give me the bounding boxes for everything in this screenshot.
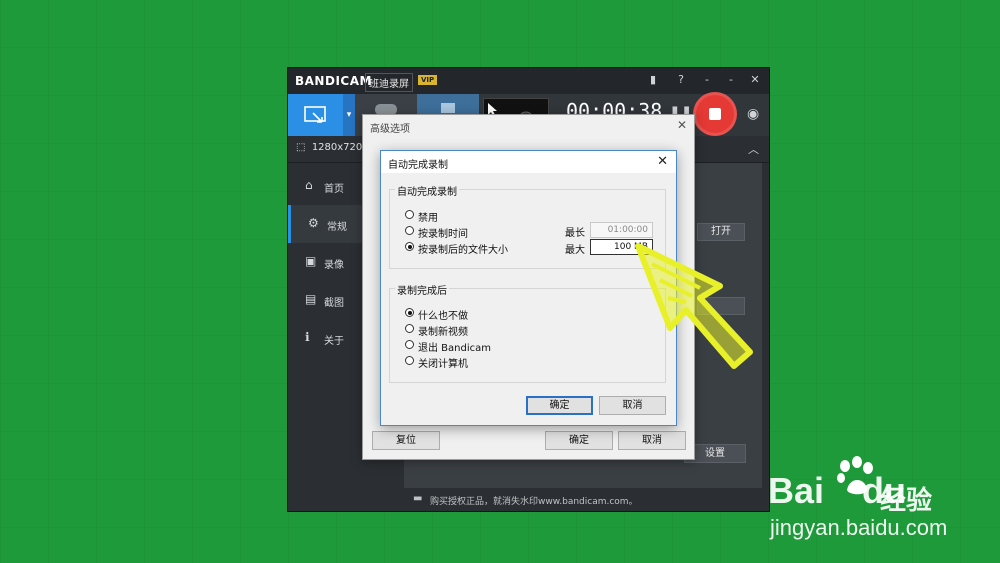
title-bar: BANDICAM 班迪录屏 VIP ▮ ? - - ✕ [288,68,769,94]
screen-rect-icon [304,106,326,123]
home-icon: ⌂ [305,178,313,192]
dialog-title: 自动完成录制 [388,160,448,171]
footer-text[interactable]: 购买授权正品，就消失水印www.bandicam.com。 [430,494,638,507]
sidebar-item-label: 首页 [324,184,344,195]
camera-icon[interactable]: ◉ [747,106,759,122]
chat-icon: ▬ [413,493,423,504]
resolution-label: ⬚ 1280x720 - [296,142,370,153]
screen-mode-button[interactable] [288,94,343,136]
app-name-cn: 班迪录屏 [365,73,413,92]
sidebar-item-label: 常规 [327,222,347,233]
folder-icon[interactable]: ▮ [646,73,660,86]
minimize-icon[interactable]: - [700,73,714,86]
radio-disable[interactable]: 禁用 [405,209,525,224]
window-title: 高级选项 [370,124,410,135]
reset-button[interactable]: 复位 [372,431,440,450]
group-title: 自动完成录制 [395,183,459,198]
gear-icon: ⚙ [308,216,319,230]
radio-by-time[interactable]: 按录制时间 [405,225,525,240]
close-icon[interactable]: ✕ [677,118,687,132]
max-length-field[interactable]: 01:00:00 [590,222,653,238]
watermark-subtitle: 经验 [880,486,933,516]
ok-button[interactable]: 确定 [526,396,593,415]
radio-dot-selected [405,308,414,317]
radio-label: 录制新视频 [418,327,468,338]
group-title: 录制完成后 [395,282,449,297]
ok-button[interactable]: 确定 [545,431,613,450]
radio-dot [405,340,414,349]
stop-record-button[interactable] [693,92,737,136]
radio-dot [405,210,414,219]
radio-label: 按录制后的文件大小 [418,245,508,256]
app-logo: BANDICAM [295,74,372,88]
radio-exit-bandicam[interactable]: 退出 Bandicam [405,339,525,354]
max-size-label: 最大 [565,245,585,256]
radio-do-nothing[interactable]: 什么也不做 [405,307,525,322]
radio-label: 退出 Bandicam [418,343,491,354]
radio-new-video[interactable]: 录制新视频 [405,323,525,338]
video-icon: ▣ [305,254,317,268]
watermark-logo-text: Bai [768,470,825,511]
dialog-title-bar: 自动完成录制 ✕ [381,151,676,173]
radio-label: 按录制时间 [418,229,468,240]
help-icon[interactable]: ? [674,73,688,86]
mode-dropdown-chevron-icon[interactable]: ▾ [343,94,355,136]
sidebar-item-label: 录像 [324,260,344,271]
watermark-url: jingyan.baidu.com [770,515,948,540]
radio-shutdown[interactable]: 关闭计算机 [405,355,525,370]
radio-dot [405,356,414,365]
collapse-chevron-icon[interactable]: ︿ [748,141,759,157]
max-length-label: 最长 [565,228,585,239]
vip-badge: VIP [418,75,438,85]
radio-label: 什么也不做 [418,311,468,322]
cancel-button[interactable]: 取消 [599,396,666,415]
radio-label: 关闭计算机 [418,359,468,370]
cancel-button[interactable]: 取消 [618,431,686,450]
radio-dot [405,324,414,333]
resolution-value: 1280x720 - [311,142,370,153]
radio-dot-selected [405,242,414,251]
image-icon: ▤ [305,292,317,306]
annotation-arrow-icon [635,243,753,369]
close-icon[interactable]: ✕ [657,154,668,169]
footer-bar: ▬ 购买授权正品，就消失水印www.bandicam.com。 [288,489,769,511]
open-button[interactable]: 打开 [697,223,745,241]
radio-label: 禁用 [418,213,438,224]
radio-by-size[interactable]: 按录制后的文件大小 [405,241,525,256]
sidebar-item-label: 截图 [324,298,344,309]
info-icon: ℹ [305,330,310,344]
radio-dot [405,226,414,235]
close-icon[interactable]: ✕ [748,73,762,86]
restore-icon[interactable]: - [724,73,738,86]
sidebar-item-label: 关于 [324,336,344,347]
